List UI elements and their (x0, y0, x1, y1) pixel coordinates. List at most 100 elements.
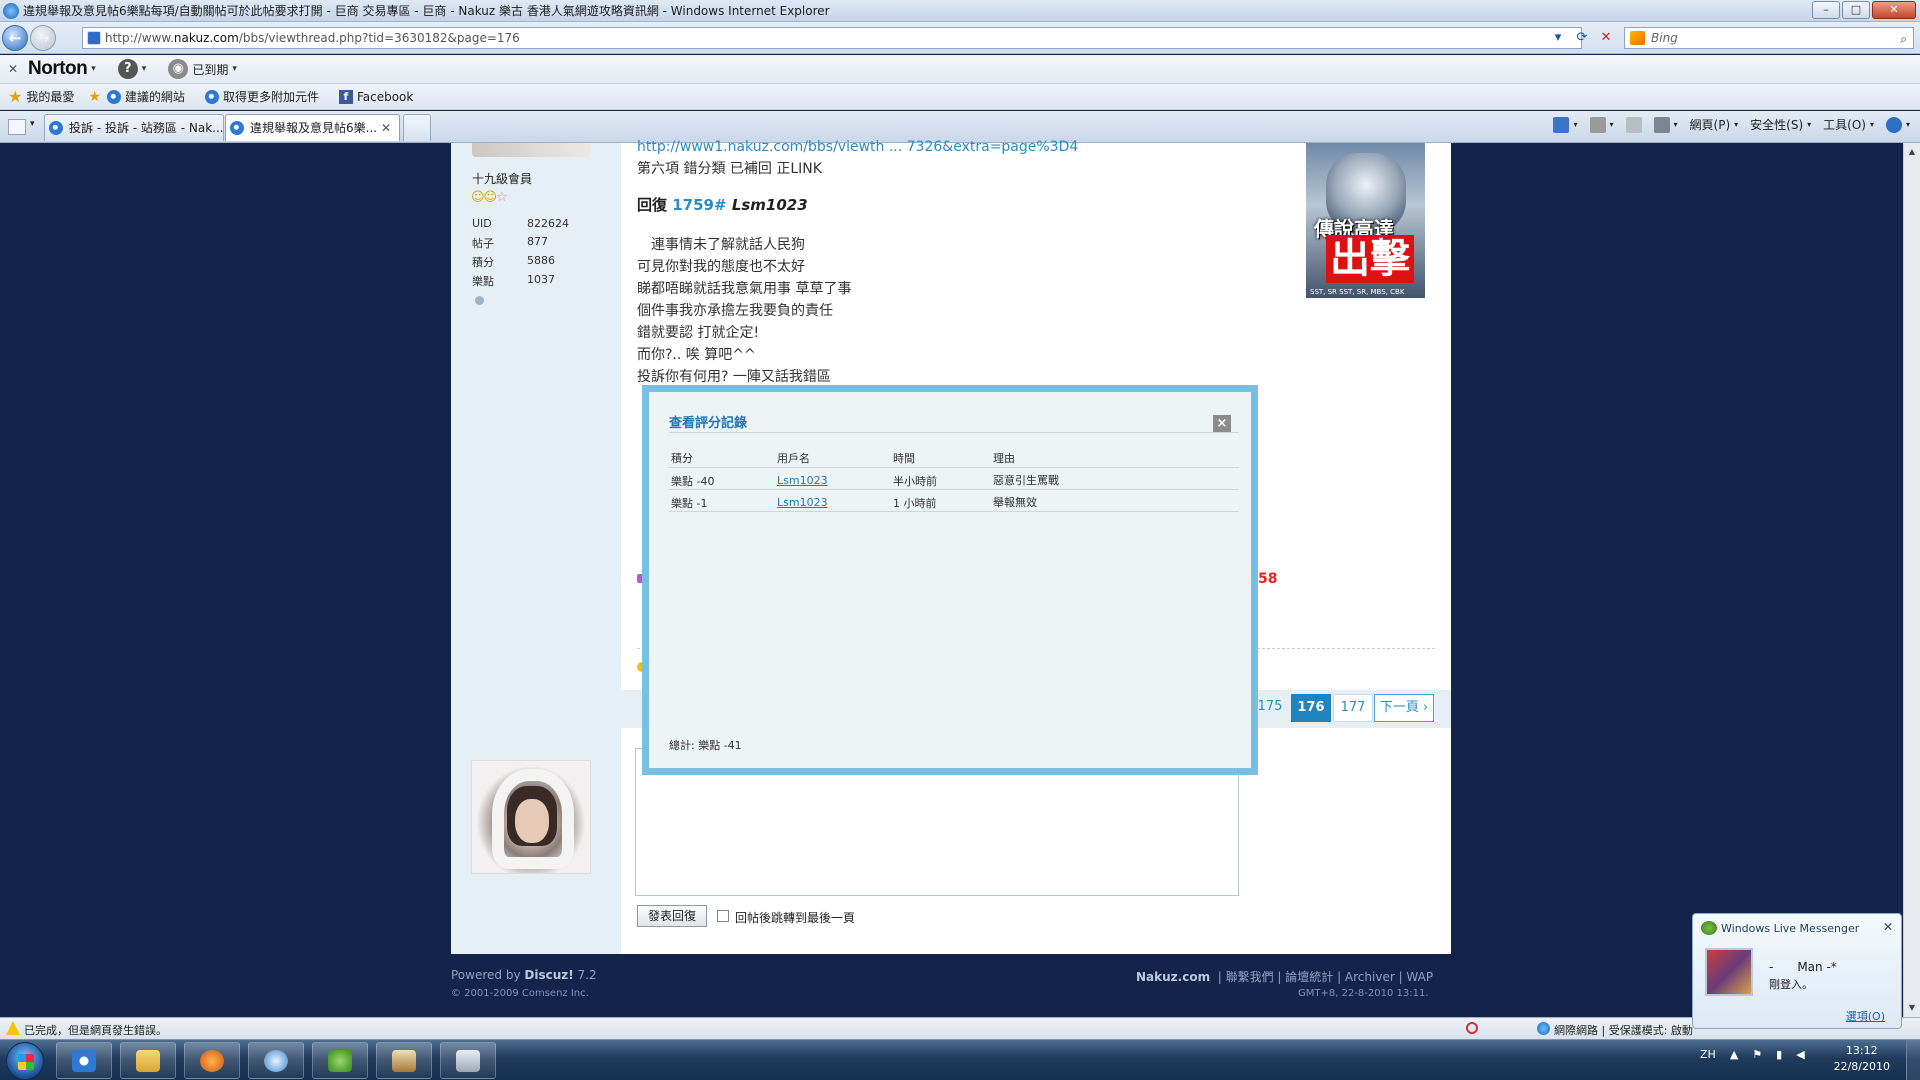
ad-banner[interactable]: 傳說高達 出擊 SST, SR SST, SR, MBS, CBK (1306, 143, 1425, 298)
print-button[interactable]: ▾ (1653, 116, 1678, 133)
forward-button[interactable]: → (30, 25, 56, 51)
norton-logo[interactable]: Norton (28, 58, 88, 80)
add-favorite-icon[interactable]: ★ (88, 89, 101, 105)
user-link[interactable]: Lsm1023 (777, 474, 828, 487)
table-cell: 半小時前 (893, 475, 937, 488)
online-status-icon (475, 296, 484, 305)
back-button[interactable]: ← (2, 25, 28, 51)
game-icon (392, 1050, 416, 1072)
close-icon[interactable]: ✕ (1883, 920, 1893, 934)
scroll-up-icon[interactable]: ▲ (1905, 144, 1919, 160)
tab-list-icon[interactable]: ▾ (30, 119, 35, 129)
fav-get-addons[interactable]: 取得更多附加元件 (223, 88, 319, 105)
post-line: 睇都唔睇就話我意氣用事 草草了事 (637, 281, 852, 297)
search-icon[interactable]: ⌕ (1900, 29, 1907, 49)
avatar[interactable] (472, 143, 591, 157)
site-link[interactable]: Nakuz.com (1136, 970, 1210, 984)
address-bar[interactable]: http://www.nakuz.com/bbs/viewthread.php?… (82, 27, 1582, 49)
taskbar-explorer[interactable] (120, 1042, 176, 1079)
submit-reply-button[interactable]: 發表回復 (637, 905, 707, 927)
options-link[interactable]: 選項(O) (1846, 1008, 1885, 1024)
jump-last-page-checkbox[interactable] (717, 910, 729, 922)
address-dropdown-icon[interactable]: ▾ (1546, 27, 1570, 49)
tools-menu[interactable]: 工具(O) ▾ (1823, 116, 1874, 133)
warning-icon[interactable] (6, 1021, 20, 1035)
fav-suggested-sites[interactable]: 建議的網站 (125, 88, 185, 105)
taskbar-chat[interactable] (248, 1042, 304, 1079)
ie-icon (230, 121, 244, 135)
taskbar-game[interactable] (376, 1042, 432, 1079)
post-link[interactable]: http://www1.nakuz.com/bbs/viewth ... 732… (637, 139, 1078, 155)
minimize-button[interactable]: – (1812, 1, 1840, 19)
rating-log-dialog: 查看評分記錄 × 積分 用戶名 時間 理由 樂點 -40 Lsm1023 半小時… (642, 385, 1258, 775)
home-button[interactable]: ▾ (1553, 116, 1578, 133)
server-time: GMT+8, 22-8-2010 13:11. (1298, 988, 1429, 999)
new-tab-button[interactable] (403, 114, 431, 141)
ie-icon (49, 121, 63, 135)
network-icon[interactable]: ▮ (1776, 1048, 1782, 1061)
avatar[interactable] (471, 760, 591, 874)
taskbar-messenger[interactable] (312, 1042, 368, 1079)
stat-label: 樂點 (472, 275, 494, 288)
ad-big-text: 出擊 (1326, 235, 1414, 283)
next-page-button[interactable]: 下一頁 › (1374, 694, 1434, 722)
close-toolbar-icon[interactable]: ✕ (8, 62, 22, 76)
volume-icon[interactable]: ◀ (1796, 1048, 1804, 1061)
safety-menu[interactable]: 安全性(S) ▾ (1750, 116, 1811, 133)
close-tab-icon[interactable]: ✕ (381, 115, 391, 141)
tab-complaint[interactable]: 投訴 - 投訴 - 站務區 - Nak... (44, 114, 224, 141)
start-button[interactable] (6, 1042, 44, 1080)
maximize-button[interactable]: □ (1842, 1, 1870, 19)
taskbar: ZH ▲ ⚑ ▮ ◀ 13:12 22/8/2010 (0, 1039, 1920, 1080)
divider (669, 489, 1239, 490)
norton-status[interactable]: 已到期 (192, 61, 228, 78)
close-button[interactable]: ✕ (1872, 1, 1916, 19)
chevron-down-icon[interactable]: ▾ (142, 64, 147, 74)
user-link[interactable]: Lsm1023 (777, 496, 828, 509)
dialog-close-button[interactable]: × (1213, 415, 1231, 433)
favorites-star-icon[interactable]: ★ (8, 87, 22, 106)
chevron-down-icon[interactable]: ▾ (91, 64, 96, 74)
feeds-button[interactable]: ▾ (1589, 116, 1614, 133)
page-menu[interactable]: 網頁(P) ▾ (1690, 116, 1739, 133)
refresh-icon[interactable]: ⟳ (1570, 27, 1594, 49)
vertical-scrollbar[interactable]: ▲ ▼ (1903, 143, 1920, 1017)
footer-link-list[interactable]: | 聯繫我們 | 論壇統計 | Archiver | WAP (1218, 970, 1433, 984)
security-zone[interactable]: 網際網路 | 受保護模式: 啟動 (1554, 1022, 1693, 1038)
clock[interactable]: 13:12 22/8/2010 (1834, 1043, 1890, 1075)
action-center-icon[interactable]: ⚑ (1752, 1048, 1762, 1061)
url-host: nakuz.com (173, 31, 239, 45)
stop-icon[interactable]: ✕ (1594, 27, 1618, 49)
favorites-button[interactable]: 我的最愛 (26, 88, 74, 105)
taskbar-media-player[interactable] (184, 1042, 240, 1079)
stat-value: 877 (527, 235, 548, 248)
facebook-icon: f (338, 89, 353, 104)
quick-tabs-icon[interactable] (8, 119, 26, 135)
status-bar: 已完成，但是網頁發生錯誤。 網際網路 | 受保護模式: 啟動 (0, 1017, 1920, 1039)
page-link[interactable]: 177 (1333, 694, 1373, 722)
help-icon[interactable]: ? (117, 59, 138, 79)
powered-brand-link[interactable]: Discuz! (524, 968, 573, 982)
language-indicator[interactable]: ZH (1700, 1048, 1716, 1061)
ie-icon (204, 89, 219, 104)
help-button[interactable]: ▾ (1885, 116, 1910, 133)
blocked-icon[interactable] (1466, 1022, 1478, 1034)
chevron-down-icon[interactable]: ▾ (232, 64, 237, 74)
scroll-down-icon[interactable]: ▼ (1905, 1000, 1919, 1016)
bing-icon (1630, 31, 1645, 45)
fav-facebook[interactable]: Facebook (357, 90, 413, 104)
reply-number-link[interactable]: 1759# (672, 196, 726, 214)
show-desktop-button[interactable] (1906, 1040, 1920, 1080)
page-icon (87, 31, 101, 45)
status-text[interactable]: 已完成，但是網頁發生錯誤。 (24, 1022, 167, 1038)
post-line: 連事情未了解就話人民狗 (637, 237, 805, 253)
tab-current[interactable]: 違規舉報及意見帖6樂... ✕ (225, 114, 400, 141)
messenger-notification[interactable]: Windows Live Messenger ✕ - Man -* 剛登入。 選… (1692, 913, 1902, 1029)
show-hidden-icons-icon[interactable]: ▲ (1730, 1048, 1738, 1061)
taskbar-calculator[interactable] (440, 1042, 496, 1079)
mail-button[interactable] (1625, 116, 1642, 133)
taskbar-ie[interactable] (56, 1042, 112, 1079)
search-input[interactable]: Bing ⌕ (1624, 27, 1914, 49)
tab-label: 投訴 - 投訴 - 站務區 - Nak... (69, 121, 224, 135)
globe-icon (1537, 1022, 1550, 1035)
